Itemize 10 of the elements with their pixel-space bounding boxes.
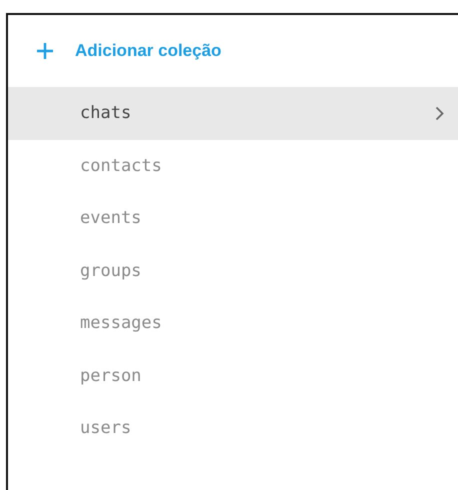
add-collection-button[interactable]: Adicionar coleção [8,15,222,87]
collection-item[interactable]: events [8,192,458,244]
collection-item[interactable]: person [8,350,458,402]
collection-item[interactable]: messages [8,297,458,350]
plus-icon [36,42,54,60]
collection-item[interactable]: groups [8,244,458,297]
chevron-right-icon [435,106,444,121]
collection-item[interactable]: contacts [8,140,458,192]
collection-item[interactable]: chats [8,87,458,140]
collection-item[interactable]: users [8,402,458,454]
